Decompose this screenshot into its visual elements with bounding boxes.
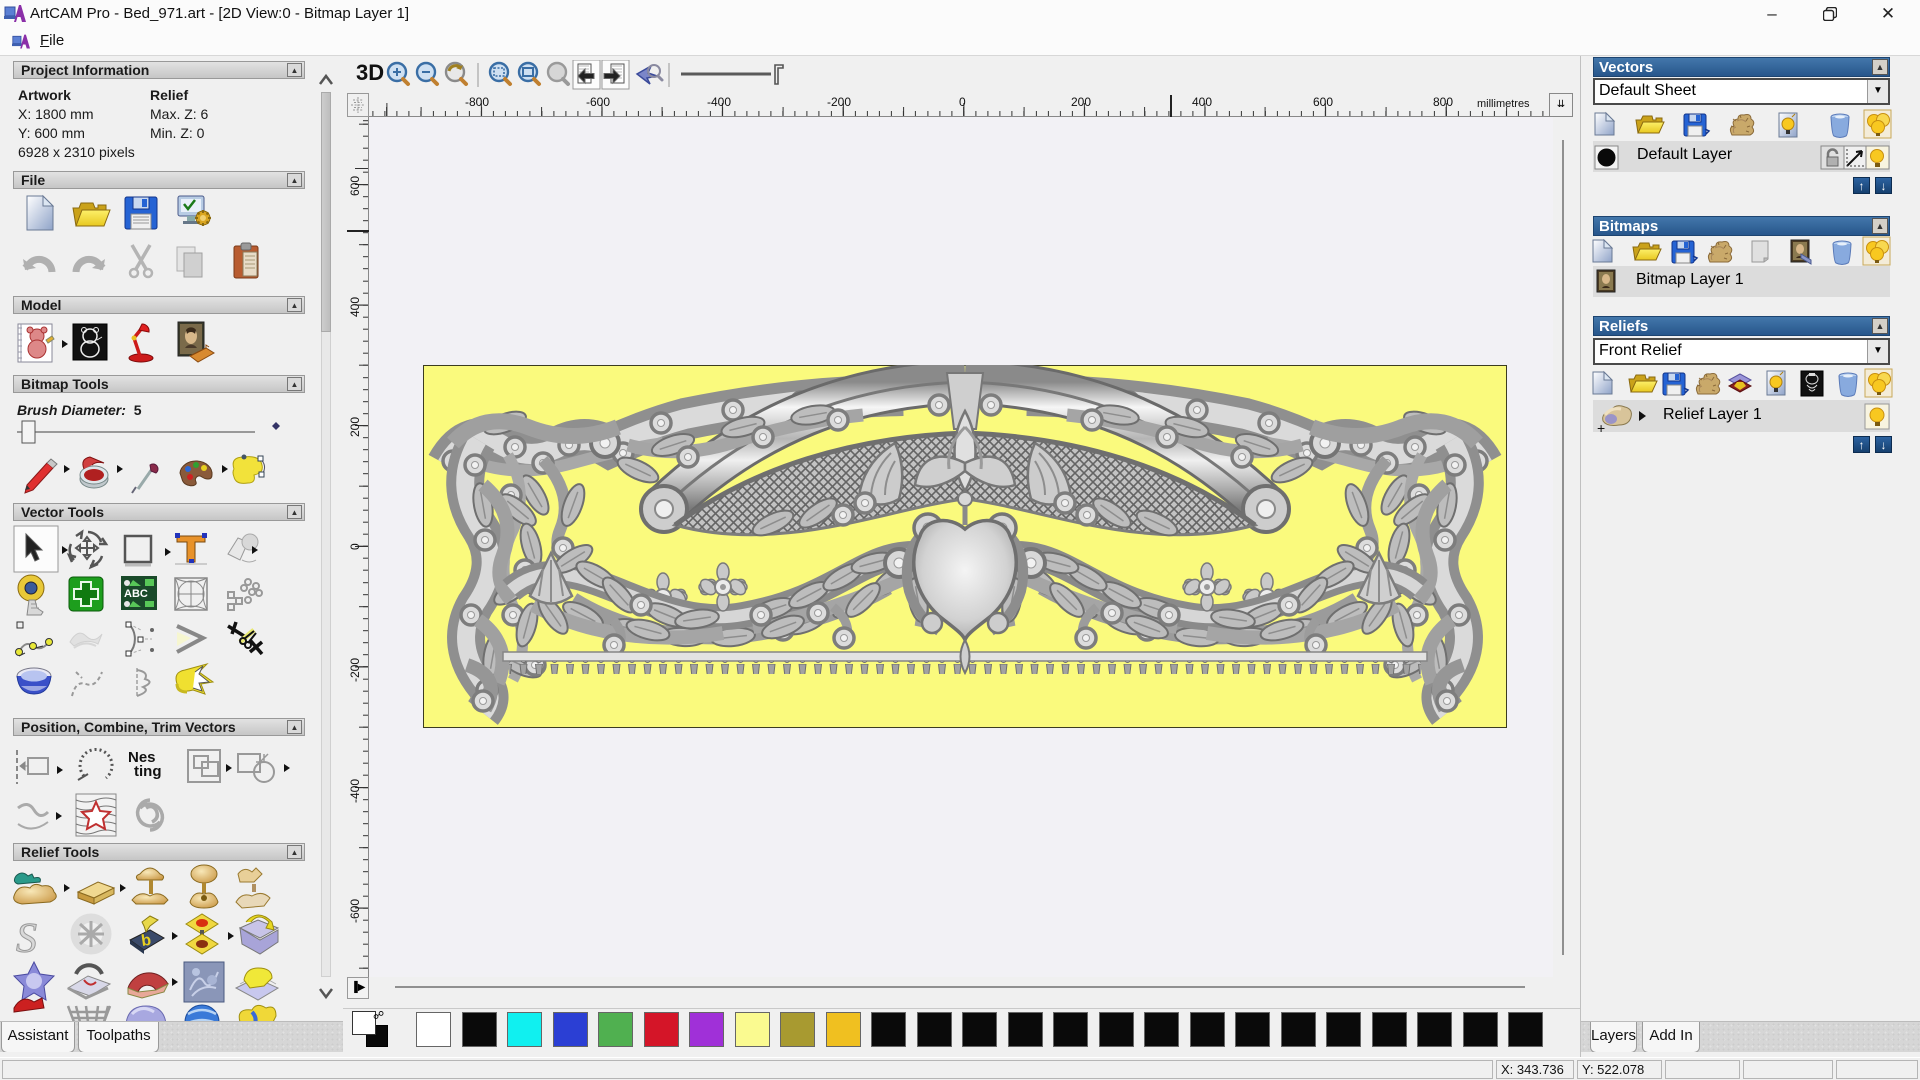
- svg-text:ting: ting: [134, 763, 162, 780]
- svg-text:+: +: [1597, 420, 1605, 436]
- svg-text:ABC: ABC: [124, 588, 148, 600]
- svg-text:S: S: [16, 916, 37, 962]
